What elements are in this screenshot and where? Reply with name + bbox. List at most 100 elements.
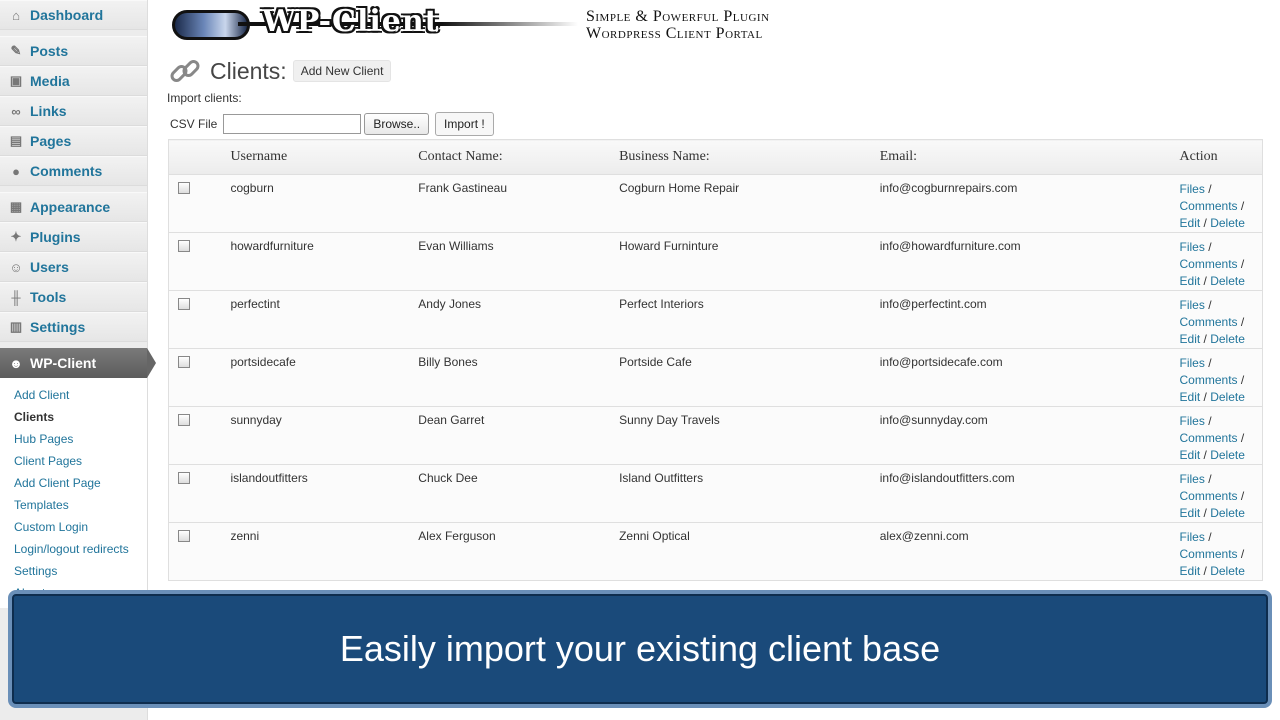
submenu-item-login-logout-redirects[interactable]: Login/logout redirects <box>0 538 147 560</box>
delete-link[interactable]: Delete <box>1210 506 1245 520</box>
action-separator: / <box>1237 257 1245 271</box>
action-cell: Files / Comments / Edit / Delete <box>1179 406 1263 465</box>
files-link[interactable]: Files <box>1180 414 1205 428</box>
add-new-client-button[interactable]: Add New Client <box>292 60 392 82</box>
sidebar-item-settings[interactable]: ▥ Settings <box>0 312 147 342</box>
edit-link[interactable]: Edit <box>1180 332 1201 346</box>
comments-link[interactable]: Comments <box>1180 431 1238 445</box>
table-row: perfectint Andy Jones Perfect Interiors inf… <box>168 290 1263 349</box>
action-separator: / <box>1200 448 1207 462</box>
delete-link[interactable]: Delete <box>1210 564 1245 578</box>
comments-link[interactable]: Comments <box>1180 199 1238 213</box>
sidebar-item-appearance[interactable]: ▦ Appearance <box>0 192 147 222</box>
username-cell: zenni <box>230 522 419 581</box>
delete-link[interactable]: Delete <box>1210 448 1245 462</box>
edit-link[interactable]: Edit <box>1180 216 1201 230</box>
contact-column-header[interactable]: Contact Name: <box>418 139 620 175</box>
row-checkbox[interactable] <box>178 472 190 484</box>
tools-icon: ╫ <box>11 289 21 305</box>
sidebar-item-label: Media <box>30 73 70 89</box>
files-link[interactable]: Files <box>1180 530 1205 544</box>
comments-link[interactable]: Comments <box>1180 373 1238 387</box>
comments-link[interactable]: Comments <box>1180 547 1238 561</box>
email-cell: info@islandoutfitters.com <box>879 464 1180 523</box>
sidebar-item-tools[interactable]: ╫ Tools <box>0 282 147 312</box>
row-checkbox[interactable] <box>178 182 190 194</box>
edit-link[interactable]: Edit <box>1180 448 1201 462</box>
files-link[interactable]: Files <box>1180 240 1205 254</box>
sidebar-item-pages[interactable]: ▤ Pages <box>0 126 147 156</box>
submenu-item-add-client-page[interactable]: Add Client Page <box>0 472 147 494</box>
contact-cell: Dean Garret <box>418 406 620 465</box>
caption-text: Easily import your existing client base <box>339 628 941 669</box>
table-row: portsidecafe Billy Bones Portside Cafe info… <box>168 348 1263 407</box>
sidebar-item-links[interactable]: ∞ Links <box>0 96 147 126</box>
action-separator: / <box>1204 472 1212 486</box>
business-column-header[interactable]: Business Name: <box>619 139 880 175</box>
email-column-header[interactable]: Email: <box>879 139 1180 175</box>
submenu-item-custom-login[interactable]: Custom Login <box>0 516 147 538</box>
username-cell: sunnyday <box>230 406 419 465</box>
browse-button[interactable]: Browse.. <box>364 113 430 135</box>
logo: WP-Client <box>168 4 588 42</box>
edit-link[interactable]: Edit <box>1180 390 1201 404</box>
delete-link[interactable]: Delete <box>1210 332 1245 346</box>
comments-link[interactable]: Comments <box>1180 315 1238 329</box>
sidebar-item-media[interactable]: ▣ Media <box>0 66 147 96</box>
submenu-item-settings[interactable]: Settings <box>0 560 147 582</box>
sidebar-item-users[interactable]: ☺ Users <box>0 252 147 282</box>
row-checkbox[interactable] <box>178 356 190 368</box>
submenu-item-client-pages[interactable]: Client Pages <box>0 450 147 472</box>
business-cell: Howard Furninture <box>619 232 880 291</box>
files-link[interactable]: Files <box>1180 356 1205 370</box>
action-separator: / <box>1200 332 1207 346</box>
row-checkbox[interactable] <box>178 414 190 426</box>
csv-file-input[interactable] <box>223 114 362 134</box>
sidebar-item-dashboard[interactable]: ⌂ Dashboard <box>0 0 147 30</box>
email-cell: alex@zenni.com <box>879 522 1180 581</box>
business-cell: Cogburn Home Repair <box>619 174 880 233</box>
sidebar-item-label: Posts <box>30 43 69 59</box>
table-row: sunnyday Dean Garret Sunny Day Travels info… <box>168 406 1263 465</box>
sidebar-item-plugins[interactable]: ✦ Plugins <box>0 222 147 252</box>
submenu-item-clients[interactable]: Clients <box>0 406 147 428</box>
edit-link[interactable]: Edit <box>1180 506 1201 520</box>
files-link[interactable]: Files <box>1180 298 1205 312</box>
submenu-item-add-client[interactable]: Add Client <box>0 384 147 406</box>
contact-cell: Billy Bones <box>418 348 620 407</box>
submenu-item-templates[interactable]: Templates <box>0 494 147 516</box>
row-checkbox[interactable] <box>178 530 190 542</box>
business-cell: Island Outfitters <box>619 464 880 523</box>
sidebar-item-comments[interactable]: ● Comments <box>0 156 147 186</box>
files-link[interactable]: Files <box>1180 182 1205 196</box>
delete-link[interactable]: Delete <box>1210 274 1245 288</box>
action-cell: Files / Comments / Edit / Delete <box>1179 348 1263 407</box>
video-caption-overlay: Easily import your existing client base <box>8 590 1272 708</box>
row-select-cell <box>168 348 231 407</box>
action-cell: Files / Comments / Edit / Delete <box>1179 232 1263 291</box>
comments-link[interactable]: Comments <box>1180 257 1238 271</box>
action-separator: / <box>1204 298 1212 312</box>
page-title: Clients: <box>210 57 287 84</box>
appearance-icon: ▦ <box>9 199 23 214</box>
contact-cell: Evan Williams <box>418 232 620 291</box>
sidebar-item-wp-client[interactable]: ☻ WP-Client <box>0 348 156 378</box>
action-column-header: Action <box>1179 139 1263 175</box>
username-column-header[interactable]: Username <box>230 139 419 175</box>
plug-icon: ✦ <box>10 229 22 244</box>
delete-link[interactable]: Delete <box>1210 390 1245 404</box>
row-checkbox[interactable] <box>178 240 190 252</box>
email-cell: info@portsidecafe.com <box>879 348 1180 407</box>
edit-link[interactable]: Edit <box>1180 564 1201 578</box>
username-cell: islandoutfitters <box>230 464 419 523</box>
comments-link[interactable]: Comments <box>1180 489 1238 503</box>
action-cell: Files / Comments / Edit / Delete <box>1179 174 1263 233</box>
row-checkbox[interactable] <box>178 298 190 310</box>
edit-link[interactable]: Edit <box>1180 274 1201 288</box>
files-link[interactable]: Files <box>1180 472 1205 486</box>
import-button[interactable]: Import ! <box>435 112 494 136</box>
submenu-item-hub-pages[interactable]: Hub Pages <box>0 428 147 450</box>
sidebar-item-posts[interactable]: ✎ Posts <box>0 36 147 66</box>
delete-link[interactable]: Delete <box>1210 216 1245 230</box>
email-cell: info@perfectint.com <box>879 290 1180 349</box>
